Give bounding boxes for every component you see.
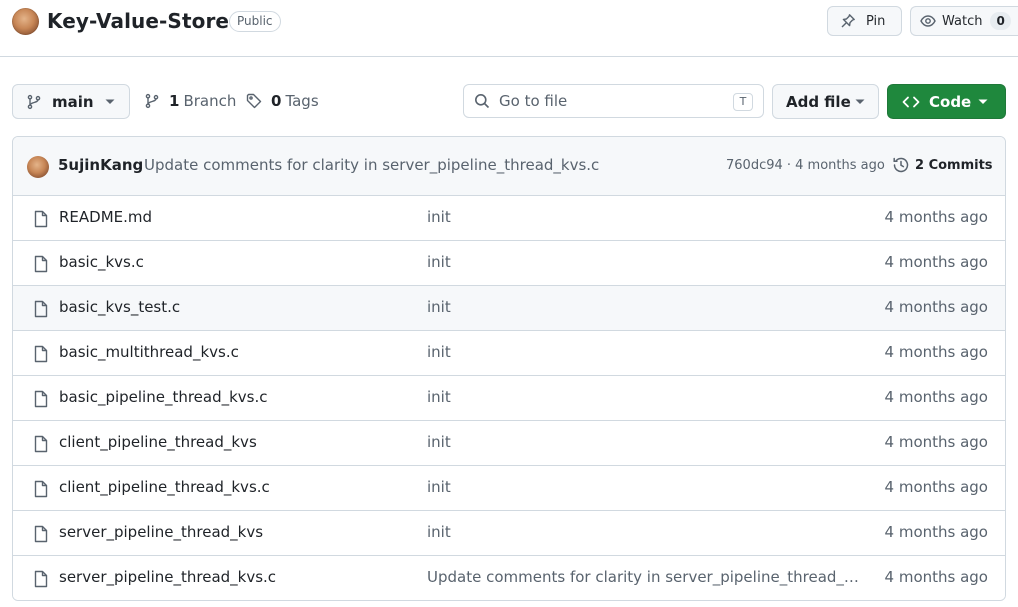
- file-name[interactable]: server_pipeline_thread_kvs: [59, 523, 263, 541]
- file-icon: [34, 525, 48, 543]
- file-commit-message[interactable]: Update comments for clarity in server_pi…: [427, 568, 859, 586]
- file-age: 4 months ago: [884, 298, 988, 316]
- tag-icon: [246, 93, 262, 109]
- code-button[interactable]: Code: [887, 84, 1006, 119]
- file-row[interactable]: client_pipeline_thread_kvs init 4 months…: [13, 421, 1005, 466]
- eye-icon: [920, 15, 936, 27]
- file-age: 4 months ago: [884, 478, 988, 496]
- file-age: 4 months ago: [884, 208, 988, 226]
- add-file-label: Add file: [786, 92, 851, 111]
- chevron-down-icon: [855, 99, 865, 104]
- file-commit-message[interactable]: init: [427, 253, 859, 271]
- file-icon: [34, 345, 48, 363]
- file-row[interactable]: server_pipeline_thread_kvs init 4 months…: [13, 511, 1005, 556]
- branch-selector[interactable]: main: [12, 84, 130, 119]
- repo-name[interactable]: Key-Value-Store: [47, 9, 229, 33]
- shortcut-hint: T: [733, 93, 753, 111]
- tags-link[interactable]: 0 Tags: [246, 91, 319, 111]
- pin-button[interactable]: Pin: [827, 6, 902, 36]
- file-name[interactable]: basic_multithread_kvs.c: [59, 343, 239, 361]
- file-age: 4 months ago: [884, 433, 988, 451]
- file-icon: [34, 300, 48, 318]
- file-row[interactable]: basic_pipeline_thread_kvs.c init 4 month…: [13, 376, 1005, 421]
- git-branch-icon: [27, 94, 41, 109]
- branches-link[interactable]: 1 Branch: [144, 91, 236, 111]
- file-row[interactable]: basic_kvs_test.c init 4 months ago: [13, 286, 1005, 331]
- file-row[interactable]: client_pipeline_thread_kvs.c init 4 mont…: [13, 466, 1005, 511]
- file-age: 4 months ago: [884, 253, 988, 271]
- code-icon: [902, 96, 920, 107]
- file-row[interactable]: basic_multithread_kvs.c init 4 months ag…: [13, 331, 1005, 376]
- file-commit-message[interactable]: init: [427, 343, 859, 361]
- file-row[interactable]: README.md init 4 months ago: [13, 196, 1005, 241]
- repo-header: Key-Value-Store Public Pin Watch 0: [0, 0, 1018, 57]
- visibility-badge: Public: [229, 11, 281, 32]
- file-icon: [34, 480, 48, 498]
- chevron-down-icon: [978, 99, 988, 104]
- file-name[interactable]: basic_kvs_test.c: [59, 298, 180, 316]
- owner-avatar[interactable]: [12, 8, 39, 35]
- file-commit-message[interactable]: init: [427, 433, 859, 451]
- chevron-down-icon: [105, 99, 115, 104]
- commit-author[interactable]: 5ujinKang: [58, 156, 143, 174]
- file-name[interactable]: basic_pipeline_thread_kvs.c: [59, 388, 268, 406]
- go-to-file-search[interactable]: T: [463, 84, 764, 118]
- watch-count: 0: [990, 12, 1011, 30]
- file-name[interactable]: client_pipeline_thread_kvs.c: [59, 478, 270, 496]
- branches-label: Branch: [183, 92, 237, 110]
- file-commit-message[interactable]: init: [427, 298, 859, 316]
- file-list: README.md init 4 months ago basic_kvs.c …: [13, 196, 1005, 600]
- commits-label: 2 Commits: [915, 157, 993, 173]
- add-file-button[interactable]: Add file: [772, 84, 879, 119]
- file-commit-message[interactable]: init: [427, 208, 859, 226]
- tags-label: Tags: [285, 92, 319, 110]
- file-name[interactable]: README.md: [59, 208, 152, 226]
- history-icon: [893, 157, 909, 173]
- file-row[interactable]: basic_kvs.c init 4 months ago: [13, 241, 1005, 286]
- commit-message[interactable]: Update comments for clarity in server_pi…: [144, 156, 599, 174]
- search-icon: [475, 94, 490, 109]
- file-icon: [34, 570, 48, 588]
- file-commit-message[interactable]: init: [427, 478, 859, 496]
- search-input[interactable]: [499, 92, 719, 110]
- commit-meta[interactable]: 760dc94 · 4 months ago: [726, 158, 885, 173]
- file-age: 4 months ago: [884, 523, 988, 541]
- latest-commit-bar: 5ujinKang Update comments for clarity in…: [13, 137, 1005, 196]
- code-label: Code: [929, 92, 972, 111]
- file-age: 4 months ago: [884, 568, 988, 586]
- watch-button[interactable]: Watch 0: [910, 6, 1018, 36]
- file-icon: [34, 210, 48, 228]
- file-name[interactable]: basic_kvs.c: [59, 253, 144, 271]
- git-branch-icon: [145, 93, 159, 109]
- file-row[interactable]: server_pipeline_thread_kvs.c Update comm…: [13, 556, 1005, 600]
- file-age: 4 months ago: [884, 343, 988, 361]
- file-icon: [34, 255, 48, 273]
- file-icon: [34, 435, 48, 453]
- tags-count: 0: [271, 92, 282, 110]
- pin-label: Pin: [866, 13, 886, 29]
- author-avatar[interactable]: [27, 156, 49, 178]
- commits-history-link[interactable]: 2 Commits: [892, 156, 993, 174]
- file-commit-message[interactable]: init: [427, 388, 859, 406]
- file-table: 5ujinKang Update comments for clarity in…: [12, 136, 1006, 601]
- watch-label: Watch: [942, 13, 983, 29]
- branch-name: main: [52, 92, 94, 111]
- file-name[interactable]: client_pipeline_thread_kvs: [59, 433, 257, 451]
- branches-count: 1: [169, 92, 180, 110]
- file-age: 4 months ago: [884, 388, 988, 406]
- file-icon: [34, 390, 48, 408]
- file-commit-message[interactable]: init: [427, 523, 859, 541]
- file-name[interactable]: server_pipeline_thread_kvs.c: [59, 568, 276, 586]
- pin-icon: [841, 14, 855, 28]
